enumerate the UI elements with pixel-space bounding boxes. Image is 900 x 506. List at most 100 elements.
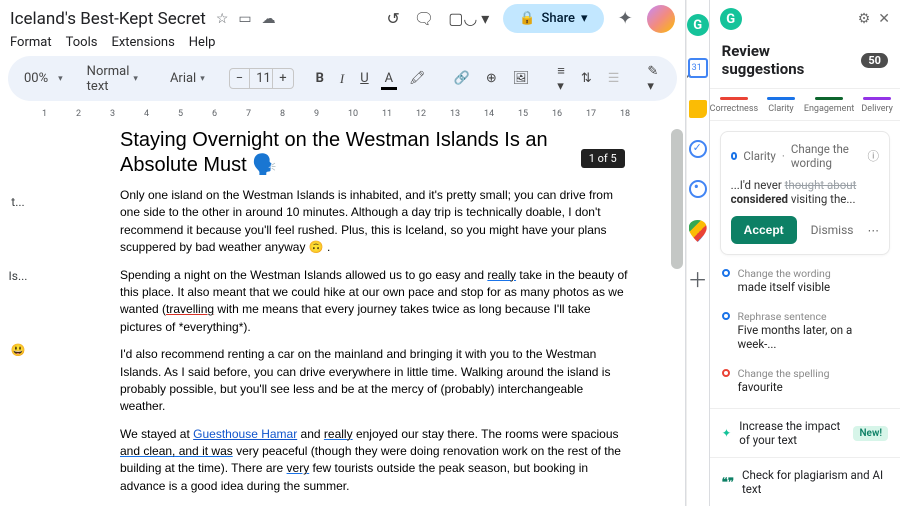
- clarity-dot-icon: [722, 269, 730, 277]
- cloud-status-icon[interactable]: ☁: [262, 11, 276, 27]
- menubar: Format Tools Extensions Help: [0, 33, 685, 56]
- checklist-button[interactable]: ☰: [602, 67, 626, 90]
- close-icon[interactable]: ✕: [878, 11, 890, 27]
- menu-tools[interactable]: Tools: [66, 35, 98, 50]
- insert-image-button[interactable]: 🖼: [507, 67, 536, 90]
- outline-rail: t... Is... 😃: [0, 125, 36, 506]
- lock-icon: 🔒: [519, 11, 535, 26]
- gemini-icon[interactable]: ✦: [618, 8, 633, 29]
- suggestion-hint: Change the wording: [791, 142, 862, 170]
- page-indicator: 1 of 5: [581, 149, 625, 168]
- more-icon[interactable]: ⋯: [868, 223, 880, 237]
- comments-icon[interactable]: 🗨: [414, 9, 434, 28]
- meet-icon[interactable]: ▢◡ ▾: [448, 9, 489, 28]
- suggestion-correctness[interactable]: travelling: [166, 302, 214, 316]
- tab-engagement[interactable]: Engagement: [804, 89, 854, 120]
- contacts-icon[interactable]: [689, 180, 707, 198]
- menu-extensions[interactable]: Extensions: [111, 35, 174, 50]
- maps-icon[interactable]: [689, 220, 707, 242]
- correctness-dot-icon: [722, 369, 730, 377]
- sparkle-icon: ✦: [722, 426, 732, 440]
- scrollbar[interactable]: [671, 129, 683, 269]
- grammarly-toggle-icon[interactable]: G: [687, 14, 709, 36]
- keep-icon[interactable]: [689, 100, 707, 118]
- share-button[interactable]: 🔒 Share ▾: [503, 4, 603, 33]
- quotes-icon: ❝❞: [722, 475, 734, 489]
- account-avatar[interactable]: [647, 5, 675, 33]
- clarity-dot-icon: [722, 312, 730, 320]
- suggestion-mini[interactable]: Rephrase sentenceFive months later, on a…: [720, 306, 890, 355]
- dismiss-button[interactable]: Dismiss: [811, 223, 854, 237]
- suggestion-count-badge: 50: [861, 53, 888, 68]
- insert-link-button[interactable]: 🔗: [448, 67, 476, 90]
- grammarly-suggestions: Clarity · Change the wording ⓘ ...I'd ne…: [710, 121, 900, 408]
- grammarly-tabs: Correctness Clarity Engagement Delivery: [710, 88, 900, 121]
- decrease-fontsize-button[interactable]: −: [230, 69, 249, 88]
- font-size-stepper[interactable]: − 11 +: [229, 68, 294, 89]
- hyperlink[interactable]: Guesthouse Hamar: [193, 427, 297, 441]
- settings-icon[interactable]: ⚙: [858, 11, 871, 27]
- highlight-button[interactable]: 🖍: [403, 67, 432, 90]
- suggestion-clarity[interactable]: really: [487, 268, 516, 282]
- tab-correctness[interactable]: Correctness: [710, 89, 758, 120]
- ruler: 1 2 3 4 5 6 7 8 9 10 11 12 13 14 15 16 1…: [0, 107, 685, 125]
- google-side-panel: G ＋: [686, 0, 709, 506]
- grammarly-footer-plagiarism[interactable]: ❝❞ Check for plagiarism and AI text: [710, 457, 900, 506]
- grammarly-panel: G ⚙ ✕ Review suggestions 50 Correctness …: [709, 0, 900, 506]
- align-button[interactable]: ≡ ▾: [551, 59, 571, 98]
- grammarly-footer-impact[interactable]: ✦ Increase the impact of your text New!: [710, 408, 900, 457]
- doc-title[interactable]: Iceland's Best-Kept Secret: [10, 9, 206, 29]
- zoom-label[interactable]: 00%: [18, 67, 54, 90]
- outline-item[interactable]: Is...: [9, 269, 28, 283]
- grammarly-title: Review suggestions 50: [710, 38, 900, 88]
- editing-mode-button[interactable]: ✎ ▾: [641, 60, 664, 98]
- paragraph: We stayed at Guesthouse Hamar and really…: [120, 426, 629, 496]
- tab-clarity[interactable]: Clarity: [758, 89, 804, 120]
- grammarly-logo-icon: G: [720, 8, 742, 30]
- document-page[interactable]: 1 of 5 Staying Overnight on the Westman …: [36, 125, 685, 506]
- suggestion-clarity[interactable]: really: [324, 427, 353, 441]
- menu-format[interactable]: Format: [10, 35, 52, 50]
- calendar-icon[interactable]: [688, 58, 708, 78]
- get-addons-icon[interactable]: ＋: [688, 264, 708, 293]
- heading: Staying Overnight on the Westman Islands…: [120, 129, 629, 177]
- clarity-dot-icon: [731, 152, 738, 160]
- paragraph: Only one island on the Westman Islands i…: [120, 187, 629, 257]
- suggestion-category: Clarity: [743, 149, 775, 163]
- share-label: Share: [541, 11, 575, 26]
- star-icon[interactable]: ☆: [216, 11, 229, 27]
- bold-button[interactable]: B: [310, 67, 330, 90]
- canvas: t... Is... 😃 1 of 5 Staying Overnight on…: [0, 125, 685, 506]
- menu-help[interactable]: Help: [189, 35, 216, 50]
- paragraph-style-select[interactable]: Normal text▾: [79, 61, 146, 97]
- outline-emoji[interactable]: 😃: [11, 343, 26, 357]
- toolbar: 00%▾ Normal text▾ Arial▾ − 11 + B I U A …: [8, 56, 677, 101]
- grammarly-header: G ⚙ ✕: [710, 0, 900, 38]
- line-spacing-button[interactable]: ⇅: [575, 67, 598, 90]
- text-color-button[interactable]: A: [379, 67, 399, 90]
- paragraph: Spending a night on the Westman Islands …: [120, 267, 629, 337]
- docs-editor: Iceland's Best-Kept Secret ☆ ▭ ☁ ↺ 🗨 ▢◡ …: [0, 0, 686, 506]
- docs-titlebar: Iceland's Best-Kept Secret ☆ ▭ ☁ ↺ 🗨 ▢◡ …: [0, 0, 685, 33]
- paragraph: I'd also recommend renting a car on the …: [120, 346, 629, 416]
- suggestion-clarity[interactable]: very: [287, 461, 310, 475]
- font-size-value[interactable]: 11: [249, 69, 273, 88]
- suggestion-clarity[interactable]: and clean, and it was: [120, 444, 233, 458]
- chevron-down-icon: ▾: [581, 11, 588, 26]
- accept-button[interactable]: Accept: [731, 216, 797, 244]
- suggestion-mini[interactable]: Change the wordingmade itself visible: [720, 263, 890, 298]
- info-icon[interactable]: ⓘ: [868, 148, 880, 164]
- insert-comment-button[interactable]: ⊕: [480, 67, 503, 90]
- font-select[interactable]: Arial▾: [162, 68, 213, 89]
- increase-fontsize-button[interactable]: +: [273, 69, 292, 88]
- suggestion-mini[interactable]: Change the spellingfavourite: [720, 363, 890, 398]
- outline-item[interactable]: t...: [11, 195, 24, 209]
- tab-delivery[interactable]: Delivery: [854, 89, 900, 120]
- header-actions: ↺ 🗨 ▢◡ ▾ 🔒 Share ▾ ✦: [387, 4, 675, 33]
- move-icon[interactable]: ▭: [238, 11, 251, 27]
- tasks-icon[interactable]: [689, 140, 707, 158]
- history-icon[interactable]: ↺: [387, 9, 400, 28]
- italic-button[interactable]: I: [334, 67, 350, 91]
- underline-button[interactable]: U: [354, 67, 374, 90]
- suggestion-card[interactable]: Clarity · Change the wording ⓘ ...I'd ne…: [720, 131, 890, 255]
